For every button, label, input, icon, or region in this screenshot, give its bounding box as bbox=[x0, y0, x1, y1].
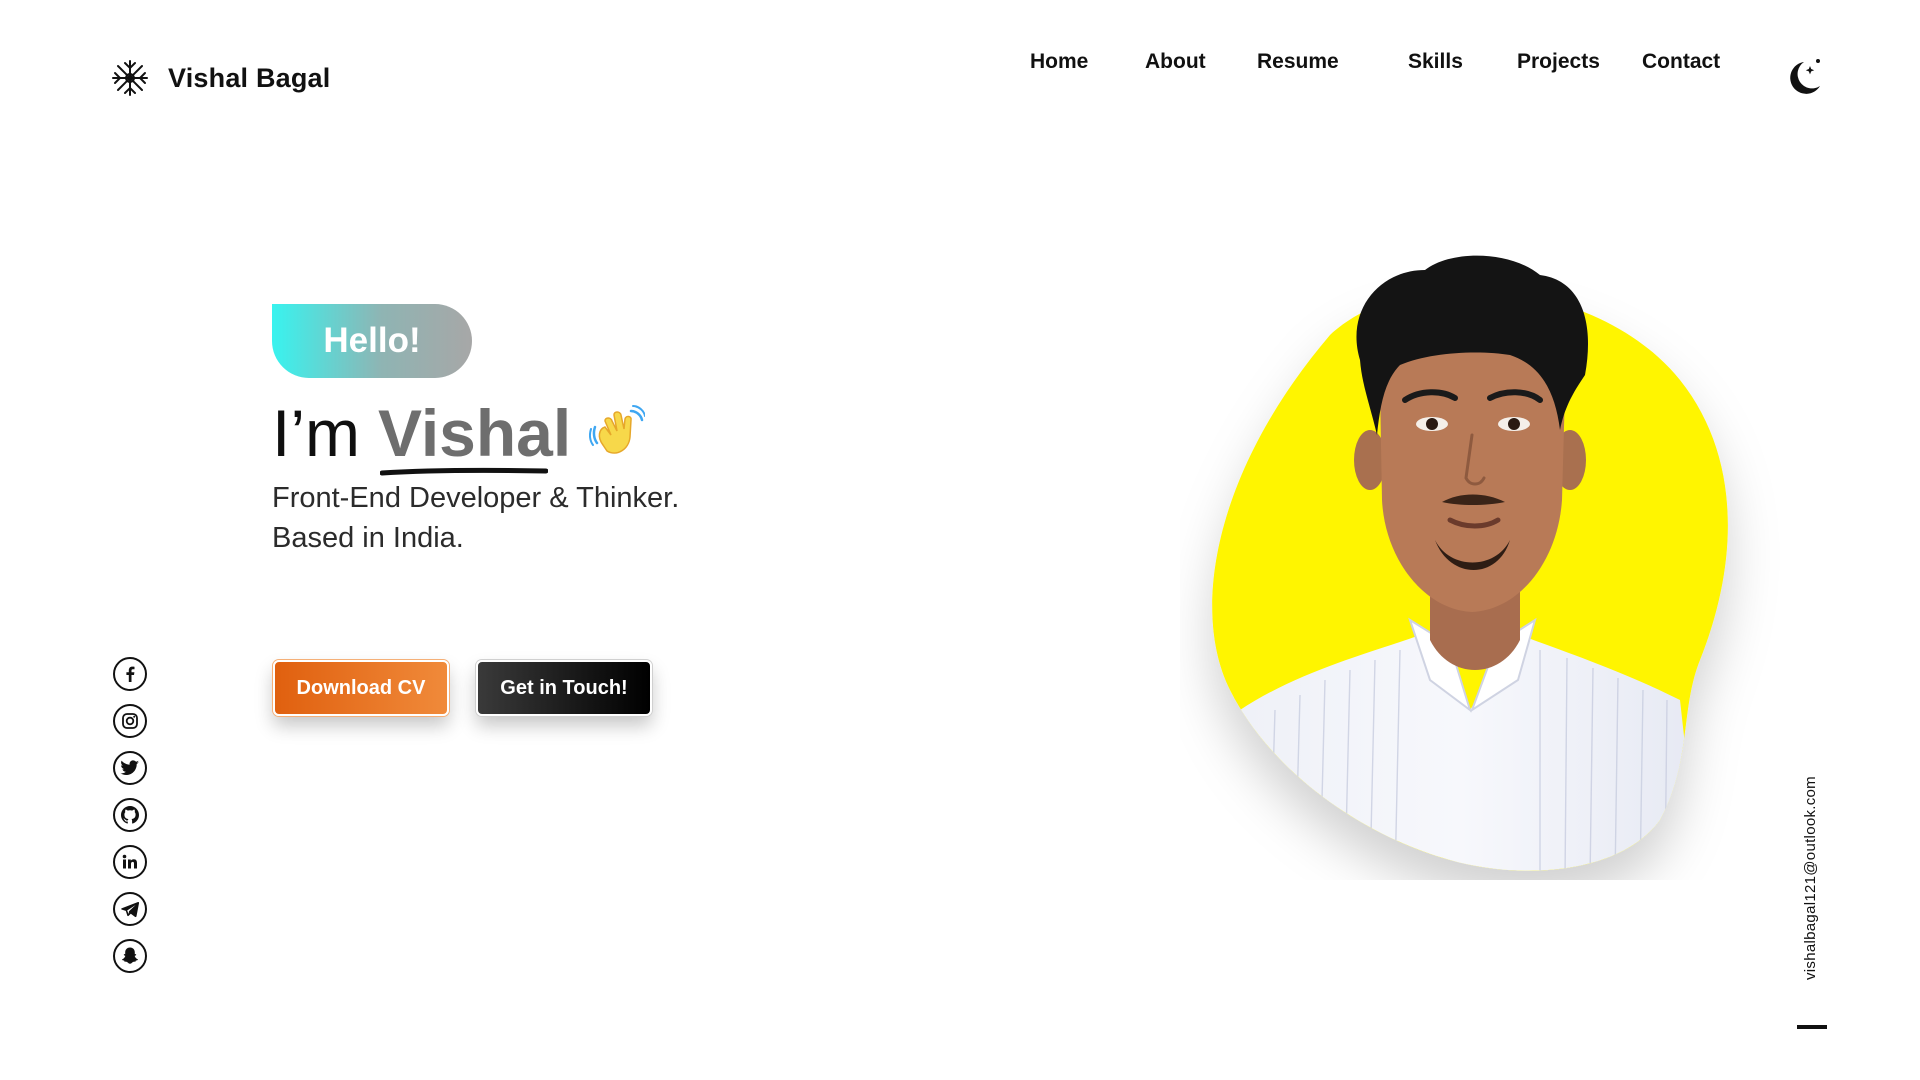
get-in-touch-button[interactable]: Get in Touch! bbox=[476, 660, 652, 716]
twitter-link[interactable] bbox=[113, 751, 147, 785]
tagline-line-2: Based in India. bbox=[272, 522, 464, 554]
telegram-icon bbox=[121, 901, 140, 918]
hero-greeting: I’m Vishal bbox=[272, 393, 646, 476]
email-divider bbox=[1797, 1025, 1827, 1029]
hello-text: Hello! bbox=[323, 321, 421, 360]
greeting-name: Vishal bbox=[377, 396, 572, 470]
twitter-icon bbox=[120, 760, 139, 775]
github-icon bbox=[121, 806, 139, 824]
facebook-link[interactable] bbox=[113, 657, 147, 691]
instagram-link[interactable] bbox=[113, 704, 147, 738]
moon-icon bbox=[1790, 59, 1820, 94]
social-links bbox=[113, 657, 149, 973]
brand-name: Vishal Bagal bbox=[168, 62, 331, 93]
theme-toggle-button[interactable] bbox=[1780, 56, 1824, 100]
facebook-icon bbox=[126, 666, 135, 682]
snapchat-link[interactable] bbox=[113, 939, 147, 973]
nav-skills[interactable]: Skills bbox=[1408, 46, 1463, 78]
brand-link[interactable]: Vishal Bagal bbox=[110, 58, 330, 98]
github-link[interactable] bbox=[113, 798, 147, 832]
download-cv-button[interactable]: Download CV bbox=[273, 660, 449, 716]
linkedin-icon bbox=[122, 854, 137, 869]
hello-badge: Hello! bbox=[272, 304, 472, 378]
greeting-im: I’m bbox=[272, 396, 360, 470]
tagline-line-1: Front-End Developer & Thinker. bbox=[272, 482, 680, 514]
name-underline bbox=[379, 467, 548, 476]
snapchat-icon bbox=[122, 947, 138, 964]
page: Vishal Bagal Home About Resume Skills Pr… bbox=[0, 0, 1920, 1080]
telegram-link[interactable] bbox=[113, 892, 147, 926]
nav-home[interactable]: Home bbox=[1030, 46, 1088, 78]
contact-email-link[interactable]: vishalbagal121@outlook.com bbox=[1802, 776, 1819, 980]
hero-tagline: Front-End Developer & Thinker. Based in … bbox=[272, 478, 679, 558]
snowflake-icon bbox=[112, 60, 148, 96]
instagram-icon bbox=[122, 713, 138, 729]
linkedin-link[interactable] bbox=[113, 845, 147, 879]
nav-about[interactable]: About bbox=[1145, 46, 1206, 78]
nav-contact[interactable]: Contact bbox=[1642, 46, 1720, 78]
nav-projects[interactable]: Projects bbox=[1517, 46, 1600, 78]
waving-hand-icon bbox=[589, 405, 646, 454]
greeting-name-wrap: Vishal bbox=[377, 393, 572, 476]
hero-portrait bbox=[1212, 255, 1728, 871]
nav-resume[interactable]: Resume bbox=[1257, 46, 1339, 78]
